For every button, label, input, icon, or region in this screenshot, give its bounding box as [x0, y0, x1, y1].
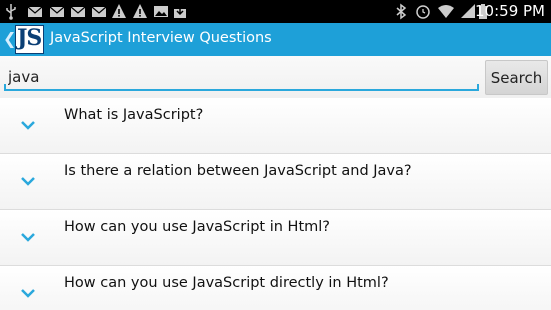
bluetooth-icon	[396, 3, 407, 20]
chevron-down-icon[interactable]	[20, 176, 36, 186]
question-text: Is there a relation between JavaScript a…	[64, 163, 412, 179]
question-text: How can you use JavaScript in Html?	[64, 219, 330, 235]
mail-icon	[91, 6, 107, 17]
question-list: What is JavaScript? Is there a relation …	[0, 98, 551, 310]
download-icon	[174, 4, 186, 18]
chevron-down-icon[interactable]	[20, 120, 36, 130]
app-title: JavaScript Interview Questions	[50, 30, 272, 46]
alarm-icon	[416, 5, 430, 19]
status-bar: 10:59 PM	[0, 0, 551, 23]
signal-icon	[461, 4, 475, 18]
search-button[interactable]: Search	[485, 60, 548, 95]
search-input[interactable]	[4, 62, 479, 92]
mail-icon	[49, 6, 65, 17]
list-item[interactable]: Is there a relation between JavaScript a…	[0, 154, 551, 210]
search-input-underline	[4, 84, 479, 91]
logo-text: JS	[17, 25, 42, 51]
list-item[interactable]: How can you use JavaScript in Html?	[0, 210, 551, 266]
image-icon	[154, 6, 168, 17]
warning-icon	[133, 4, 147, 18]
warning-icon	[112, 4, 126, 18]
usb-icon	[6, 4, 16, 20]
question-text: What is JavaScript?	[64, 107, 204, 123]
chevron-down-icon[interactable]	[20, 232, 36, 242]
list-item[interactable]: What is JavaScript?	[0, 98, 551, 154]
mail-icon	[27, 6, 43, 17]
app-bar: ❮ JS JavaScript Interview Questions	[0, 23, 551, 56]
status-time: 10:59 PM	[475, 2, 545, 20]
search-bar: Search	[0, 56, 551, 98]
wifi-icon	[438, 5, 454, 18]
question-text: How can you use JavaScript directly in H…	[64, 275, 389, 291]
list-item[interactable]: How can you use JavaScript directly in H…	[0, 266, 551, 310]
app-logo[interactable]: JS	[15, 25, 44, 54]
mail-icon	[70, 6, 86, 17]
chevron-down-icon[interactable]	[20, 288, 36, 298]
